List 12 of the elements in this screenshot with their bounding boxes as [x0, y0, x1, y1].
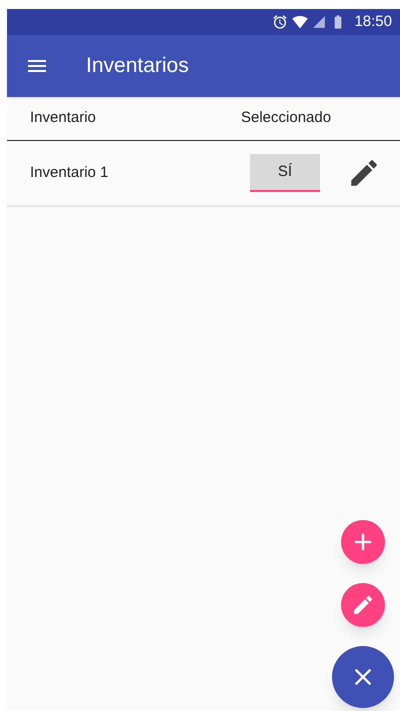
edit-fab[interactable]: [341, 583, 385, 627]
table-cell-text: Inventario 1: [30, 162, 110, 183]
signal-icon: [312, 15, 326, 29]
selection-field[interactable]: SÍ: [250, 154, 320, 192]
alarm-icon: [272, 14, 288, 30]
app-title: Inventarios: [86, 53, 189, 80]
wifi-icon: [292, 14, 308, 30]
pencil-icon: [351, 593, 375, 617]
column-header: Inventario: [30, 108, 97, 128]
status-time: 18:50: [354, 12, 392, 32]
column-header: Seleccionado: [241, 108, 332, 128]
add-fab[interactable]: [341, 520, 385, 564]
